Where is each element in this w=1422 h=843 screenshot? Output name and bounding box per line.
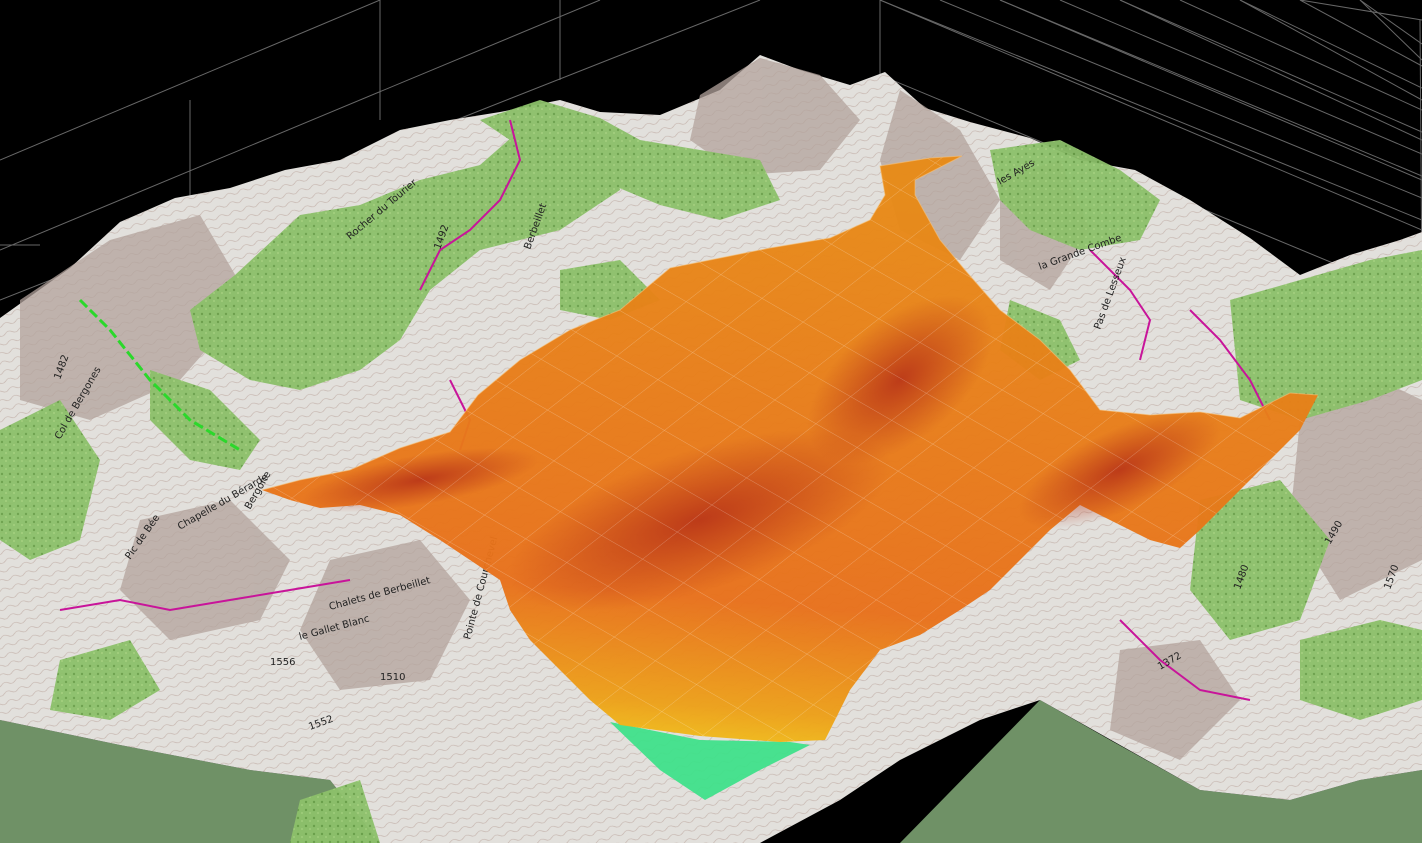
grid-line [1179,0,1422,111]
grid-line [1359,0,1422,61]
grid-line [1239,0,1422,89]
map-label: 1510 [380,672,405,683]
3d-terrain-viewport[interactable]: Chapelle du Bérarde Chalets de Berbeillet… [0,0,1422,843]
grid-line [1239,0,1422,101]
terrain-scene: Chapelle du BérardeChalets de Berbeillet… [0,0,1422,843]
grid-line [1059,0,1422,155]
map-label: 1556 [270,657,295,668]
